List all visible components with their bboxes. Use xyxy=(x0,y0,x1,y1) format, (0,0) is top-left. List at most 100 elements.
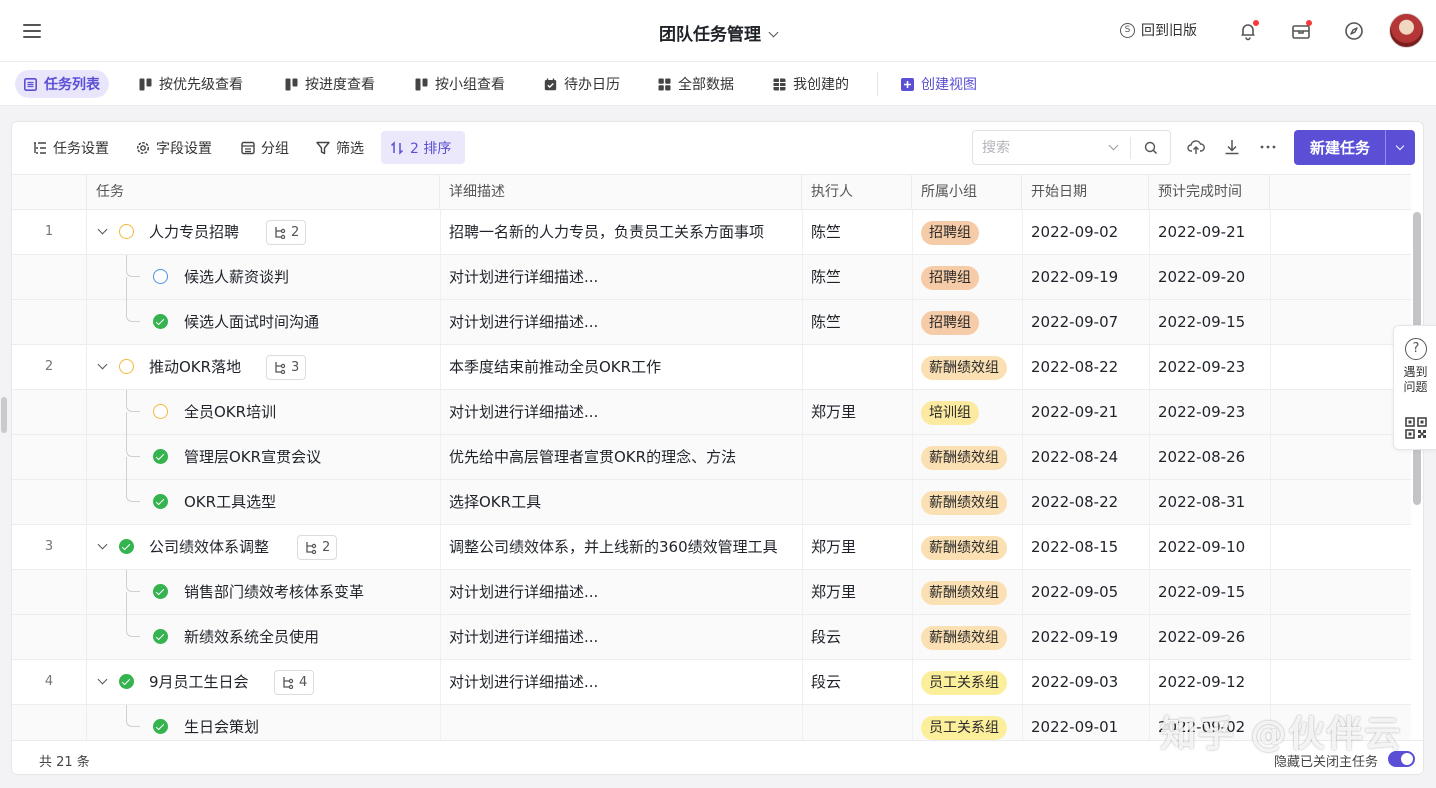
row-index xyxy=(12,480,87,524)
task-owner xyxy=(811,480,911,524)
task-settings-button[interactable]: 任务设置 xyxy=(24,131,118,164)
status-icon[interactable] xyxy=(153,449,168,464)
task-description: 优先给中高层管理者宣贯OKR的理念、方法 xyxy=(449,448,737,466)
status-icon[interactable] xyxy=(119,359,134,374)
task-name[interactable]: 全员OKR培训 xyxy=(184,390,276,434)
download-icon[interactable] xyxy=(1223,138,1241,156)
column-divider xyxy=(1149,570,1150,614)
status-icon[interactable] xyxy=(153,404,168,419)
header-end-date[interactable]: 预计完成时间 xyxy=(1149,175,1270,210)
tab-todo-calendar[interactable]: 待办日历 xyxy=(535,70,629,98)
task-name[interactable]: 新绩效系统全员使用 xyxy=(184,615,319,659)
field-settings-button[interactable]: 字段设置 xyxy=(127,131,221,164)
header-owner[interactable]: 执行人 xyxy=(802,175,912,210)
status-icon[interactable] xyxy=(153,584,168,599)
status-icon[interactable] xyxy=(119,224,134,239)
user-avatar[interactable] xyxy=(1389,13,1424,48)
task-name[interactable]: 人力专员招聘 xyxy=(149,210,239,254)
task-row[interactable]: 3 公司绩效体系调整 2 调整公司绩效体系，并上线新的360绩效管理工具 郑万里 2022… xyxy=(12,525,1411,570)
status-icon[interactable] xyxy=(153,269,168,284)
field-settings-label: 字段设置 xyxy=(156,140,212,157)
search-input[interactable] xyxy=(973,132,1113,163)
subtask-count-badge[interactable]: 3 xyxy=(266,355,307,380)
sort-button[interactable]: 2 排序 xyxy=(381,131,465,164)
header-start-date[interactable]: 开始日期 xyxy=(1022,175,1149,210)
column-divider xyxy=(1022,525,1023,569)
task-name[interactable]: OKR工具选型 xyxy=(184,480,276,524)
header-description[interactable]: 详细描述 xyxy=(440,175,802,210)
bell-icon[interactable] xyxy=(1237,20,1259,42)
task-name[interactable]: 推动OKR落地 xyxy=(149,345,241,389)
task-name[interactable]: 候选人面试时间沟通 xyxy=(184,300,319,344)
expand-chevron-icon[interactable] xyxy=(97,359,108,370)
compass-icon[interactable] xyxy=(1343,20,1365,42)
status-icon[interactable] xyxy=(153,719,168,734)
back-to-old-version-button[interactable]: S 回到旧版 xyxy=(1120,20,1197,40)
subtask-row[interactable]: 管理层OKR宣贯会议 优先给中高层管理者宣贯OKR的理念、方法 2022-08-24… xyxy=(12,435,1411,480)
task-row[interactable]: 4 9月员工生日会 4 对计划进行详细描述... 段云 2022-09-03 2022-09… xyxy=(12,660,1411,705)
sort-label: 2 排序 xyxy=(410,140,452,157)
status-icon[interactable] xyxy=(119,539,134,554)
tab-created-by-me[interactable]: 我创建的 xyxy=(764,70,858,98)
tree-connector xyxy=(126,592,127,615)
task-name[interactable]: 9月员工生日会 xyxy=(149,660,249,704)
search-box[interactable] xyxy=(972,130,1171,165)
help-text-line1: 遇到 xyxy=(1403,365,1428,379)
expand-chevron-icon[interactable] xyxy=(97,224,108,235)
task-owner: 陈竺 xyxy=(811,313,842,331)
expand-chevron-icon[interactable] xyxy=(97,539,108,550)
task-owner: 郑万里 xyxy=(811,403,857,421)
subtask-row[interactable]: 销售部门绩效考核体系变革 对计划进行详细描述... 郑万里 2022-09-05 202… xyxy=(12,570,1411,615)
status-icon[interactable] xyxy=(153,494,168,509)
tab-all-data[interactable]: 全部数据 xyxy=(649,70,743,98)
table-header: 任务 详细描述 执行人 所属小组 开始日期 预计完成时间 xyxy=(12,174,1411,210)
sort-icon xyxy=(390,140,404,155)
inbox-icon[interactable] xyxy=(1290,20,1312,42)
task-description: 对计划进行详细描述... xyxy=(449,313,599,331)
search-icon[interactable] xyxy=(1144,141,1158,155)
app-title[interactable]: 团队任务管理 xyxy=(0,20,1436,45)
status-icon[interactable] xyxy=(119,674,134,689)
subtask-count-badge[interactable]: 4 xyxy=(274,670,315,695)
sidebar-resize-handle[interactable] xyxy=(1,397,7,433)
subtask-row[interactable]: OKR工具选型 选择OKR工具 2022-08-22 2022-08-31 薪酬绩效组 xyxy=(12,480,1411,525)
task-row[interactable]: 1 人力专员招聘 2 招聘一名新的人力专员，负责员工关系方面事项 陈竺 2022-09-0… xyxy=(12,210,1411,255)
status-icon[interactable] xyxy=(153,314,168,329)
tab-by-progress[interactable]: 按进度查看 xyxy=(276,70,384,98)
task-row[interactable]: 2 推动OKR落地 3 本季度结束前推动全员OKR工作 2022-08-22 2022-0… xyxy=(12,345,1411,390)
column-divider xyxy=(440,570,441,614)
tab-by-priority[interactable]: 按优先级查看 xyxy=(130,70,252,98)
subtask-row[interactable]: 新绩效系统全员使用 对计划进行详细描述... 段云 2022-09-19 2022-09… xyxy=(12,615,1411,660)
task-name[interactable]: 生日会策划 xyxy=(184,705,259,740)
calendar-icon xyxy=(544,78,557,90)
task-name[interactable]: 管理层OKR宣贯会议 xyxy=(184,435,321,479)
subtask-row[interactable]: 全员OKR培训 对计划进行详细描述... 郑万里 2022-09-21 2022-09-… xyxy=(12,390,1411,435)
filter-button[interactable]: 筛选 xyxy=(307,131,373,164)
tab-task-list[interactable]: 任务列表 xyxy=(15,70,109,98)
task-settings-label: 任务设置 xyxy=(53,140,109,157)
upload-icon[interactable] xyxy=(1187,138,1205,156)
subtask-count-badge[interactable]: 2 xyxy=(266,220,307,245)
task-name[interactable]: 销售部门绩效考核体系变革 xyxy=(184,570,364,614)
subtask-row[interactable]: 候选人面试时间沟通 对计划进行详细描述... 陈竺 2022-09-07 2022-09… xyxy=(12,300,1411,345)
header-task[interactable]: 任务 xyxy=(87,175,440,210)
more-icon[interactable] xyxy=(1259,138,1277,156)
group-button[interactable]: 分组 xyxy=(232,131,298,164)
task-name[interactable]: 候选人薪资谈判 xyxy=(184,255,289,299)
create-view-button[interactable]: 创建视图 xyxy=(892,70,986,98)
question-icon[interactable]: ? xyxy=(1405,338,1427,360)
header-group[interactable]: 所属小组 xyxy=(912,175,1022,210)
column-divider xyxy=(1149,480,1150,524)
tab-by-team[interactable]: 按小组查看 xyxy=(406,70,514,98)
new-task-button[interactable]: 新建任务 xyxy=(1294,130,1415,165)
help-button[interactable]: 遇到 问题 xyxy=(1394,365,1436,395)
tree-connector xyxy=(126,570,140,592)
qr-code-icon[interactable] xyxy=(1405,417,1427,439)
subtask-row[interactable]: 候选人薪资谈判 对计划进行详细描述... 陈竺 2022-09-19 2022-09-2… xyxy=(12,255,1411,300)
task-name[interactable]: 公司绩效体系调整 xyxy=(149,525,269,569)
column-divider xyxy=(912,570,913,614)
subtask-count-badge[interactable]: 2 xyxy=(297,535,338,560)
chevron-down-icon[interactable] xyxy=(1395,141,1405,150)
expand-chevron-icon[interactable] xyxy=(97,674,108,685)
status-icon[interactable] xyxy=(153,629,168,644)
